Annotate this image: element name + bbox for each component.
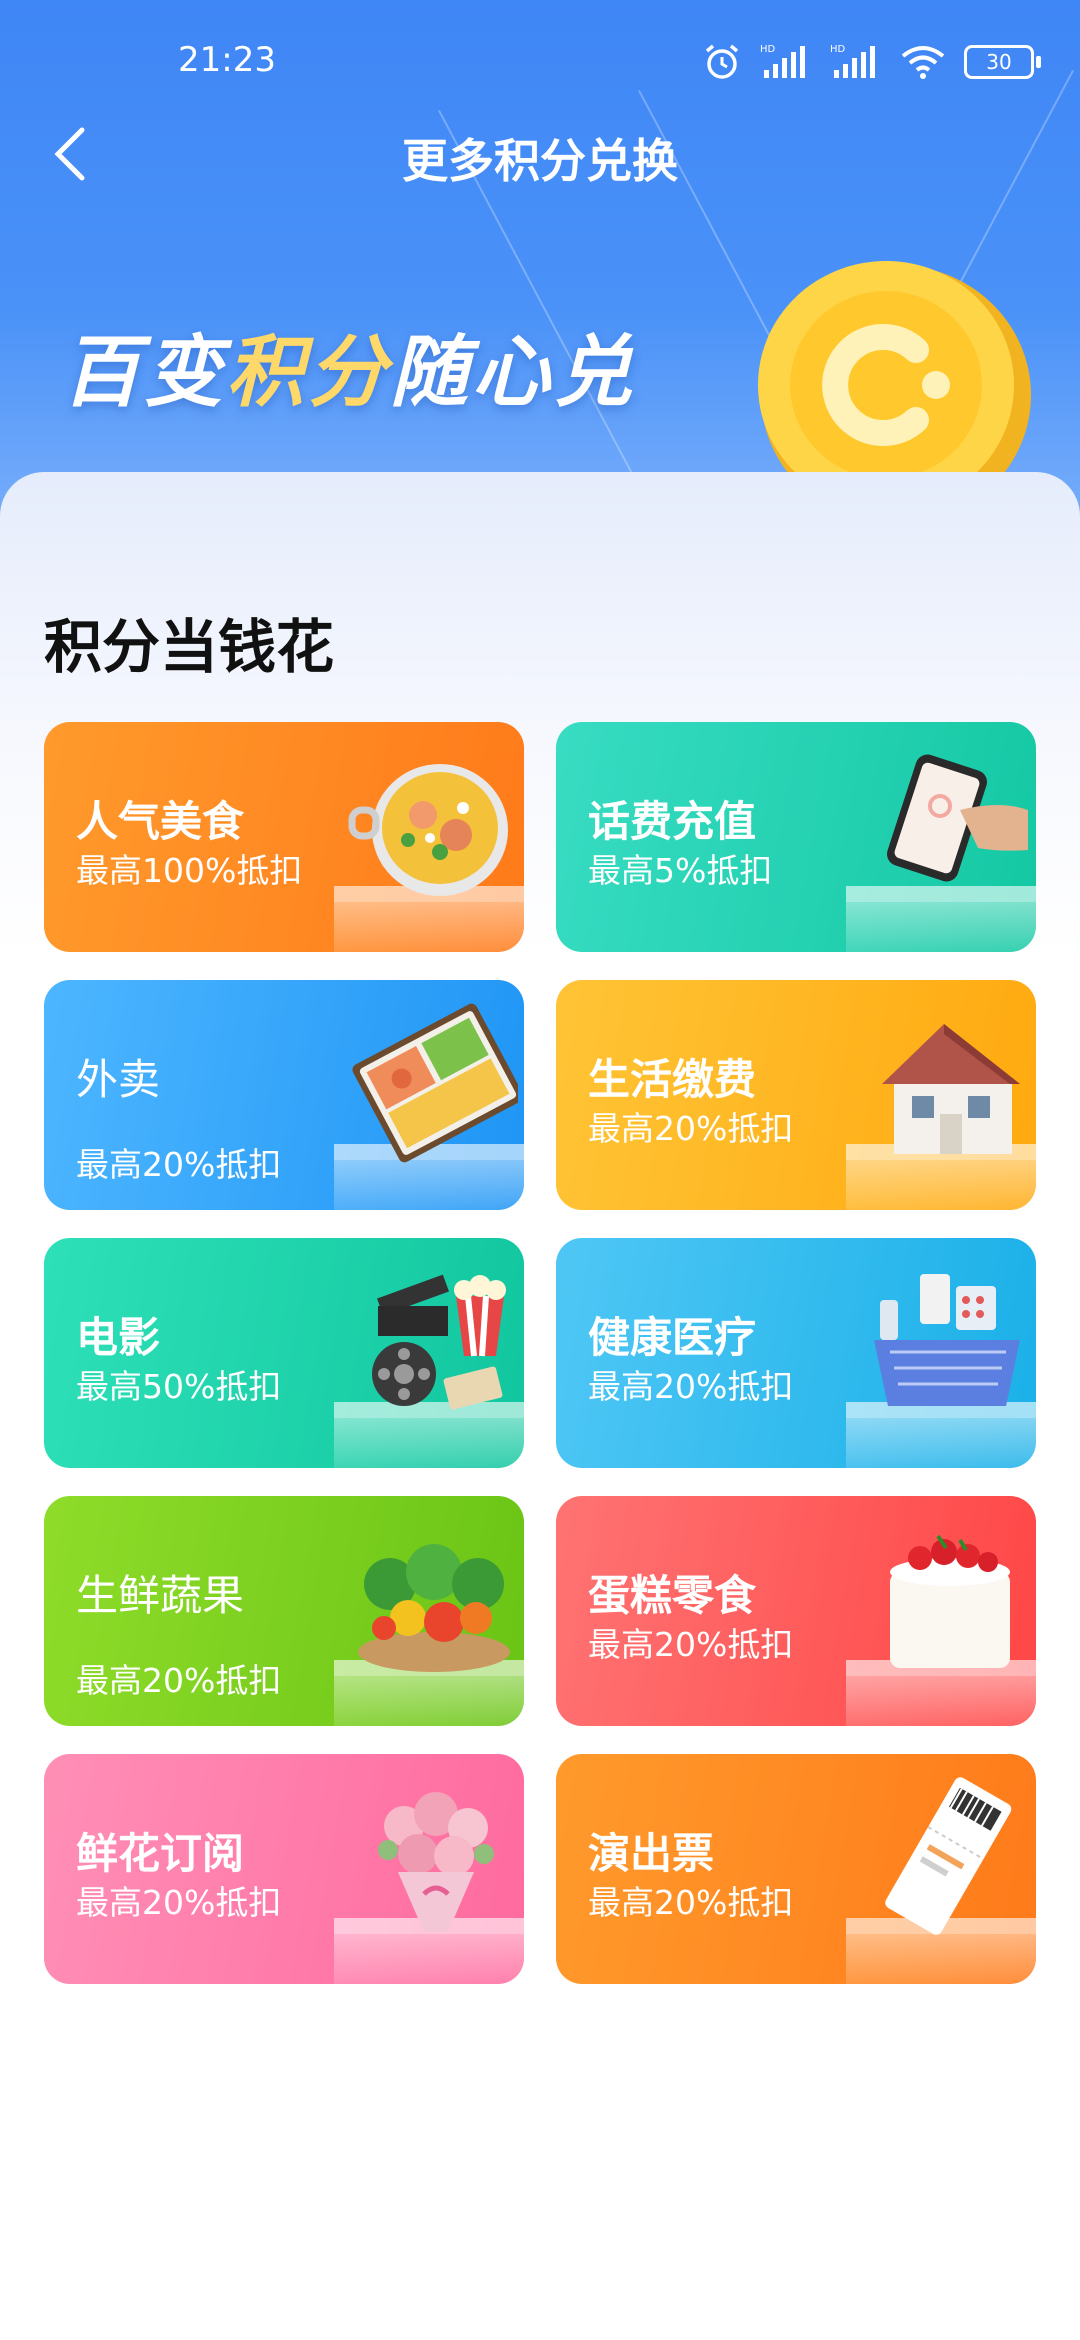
card-title: 话费充值: [588, 797, 757, 846]
card-title: 人气美食: [76, 797, 245, 846]
card-discount: 最高20%抵扣: [76, 1661, 282, 1700]
wifi-icon: [901, 46, 945, 79]
card-title: 外卖: [76, 1055, 161, 1104]
card-discount: 最高20%抵扣: [588, 1625, 794, 1664]
page-title: 更多积分兑换: [402, 134, 678, 188]
medicine-basket-icon: [874, 1274, 1020, 1406]
card-movie[interactable]: 电影 最高50%抵扣: [44, 1238, 524, 1468]
card-title: 生鲜蔬果: [76, 1571, 245, 1620]
card-title: 健康医疗: [588, 1313, 757, 1362]
card-flowers[interactable]: 鲜花订阅 最高20%抵扣: [44, 1754, 524, 1984]
vegetables-icon: [358, 1544, 510, 1672]
card-discount: 最高100%抵扣: [76, 851, 303, 890]
card-discount: 最高20%抵扣: [588, 1367, 794, 1406]
food-pot-icon: [348, 764, 508, 896]
status-bar: 21:23 HD HD 30: [0, 0, 1080, 120]
card-cake-snacks[interactable]: 蛋糕零食 最高20%抵扣: [556, 1496, 1036, 1726]
card-discount: 最高20%抵扣: [76, 1145, 282, 1184]
card-show-tickets[interactable]: 演出票 最高20%抵扣: [556, 1754, 1036, 1984]
card-title: 演出票: [588, 1829, 715, 1878]
card-discount: 最高5%抵扣: [588, 851, 773, 890]
card-discount: 最高50%抵扣: [76, 1367, 282, 1406]
signal-hd-icon-1: HD: [760, 44, 805, 78]
cake-icon: [890, 1534, 1010, 1668]
card-title: 蛋糕零食: [588, 1571, 757, 1620]
status-icons: HD HD 30: [702, 38, 1041, 86]
card-title: 生活缴费: [588, 1055, 757, 1104]
svg-text:HD: HD: [760, 44, 776, 55]
svg-text:HD: HD: [830, 44, 846, 55]
movie-clapper-icon: [372, 1274, 506, 1410]
card-takeout[interactable]: 外卖 最高20%抵扣: [44, 980, 524, 1210]
card-discount: 最高20%抵扣: [76, 1883, 282, 1922]
card-food[interactable]: 人气美食 最高100%抵扣: [44, 722, 524, 952]
alarm-icon: [705, 44, 739, 79]
card-fresh-produce[interactable]: 生鲜蔬果 最高20%抵扣: [44, 1496, 524, 1726]
banner-slogan-part1: 百变: [62, 328, 227, 418]
banner-slogan-part3: 随心兑: [390, 328, 637, 418]
banner-slogan-highlight: 积分: [226, 328, 391, 418]
status-time: 21:23: [178, 40, 276, 80]
battery-icon: 30: [964, 45, 1041, 79]
ticket-icon: [885, 1777, 1012, 1935]
signal-hd-icon-2: HD: [830, 44, 875, 78]
section-title: 积分当钱花: [44, 613, 335, 681]
banner-slogan: 百变积分随心兑: [62, 310, 636, 422]
card-utility-bills[interactable]: 生活缴费 最高20%抵扣: [556, 980, 1036, 1210]
flower-bouquet-icon: [378, 1792, 494, 1932]
card-healthcare[interactable]: 健康医疗 最高20%抵扣: [556, 1238, 1036, 1468]
card-phone-recharge[interactable]: 话费充值 最高5%抵扣: [556, 722, 1036, 952]
card-discount: 最高20%抵扣: [588, 1883, 794, 1922]
house-icon: [882, 1024, 1020, 1154]
card-title: 电影: [76, 1313, 161, 1362]
card-discount: 最高20%抵扣: [588, 1109, 794, 1148]
phone-recharge-icon: [887, 754, 1028, 882]
takeout-box-icon: [352, 1003, 518, 1163]
card-title: 鲜花订阅: [76, 1829, 245, 1878]
